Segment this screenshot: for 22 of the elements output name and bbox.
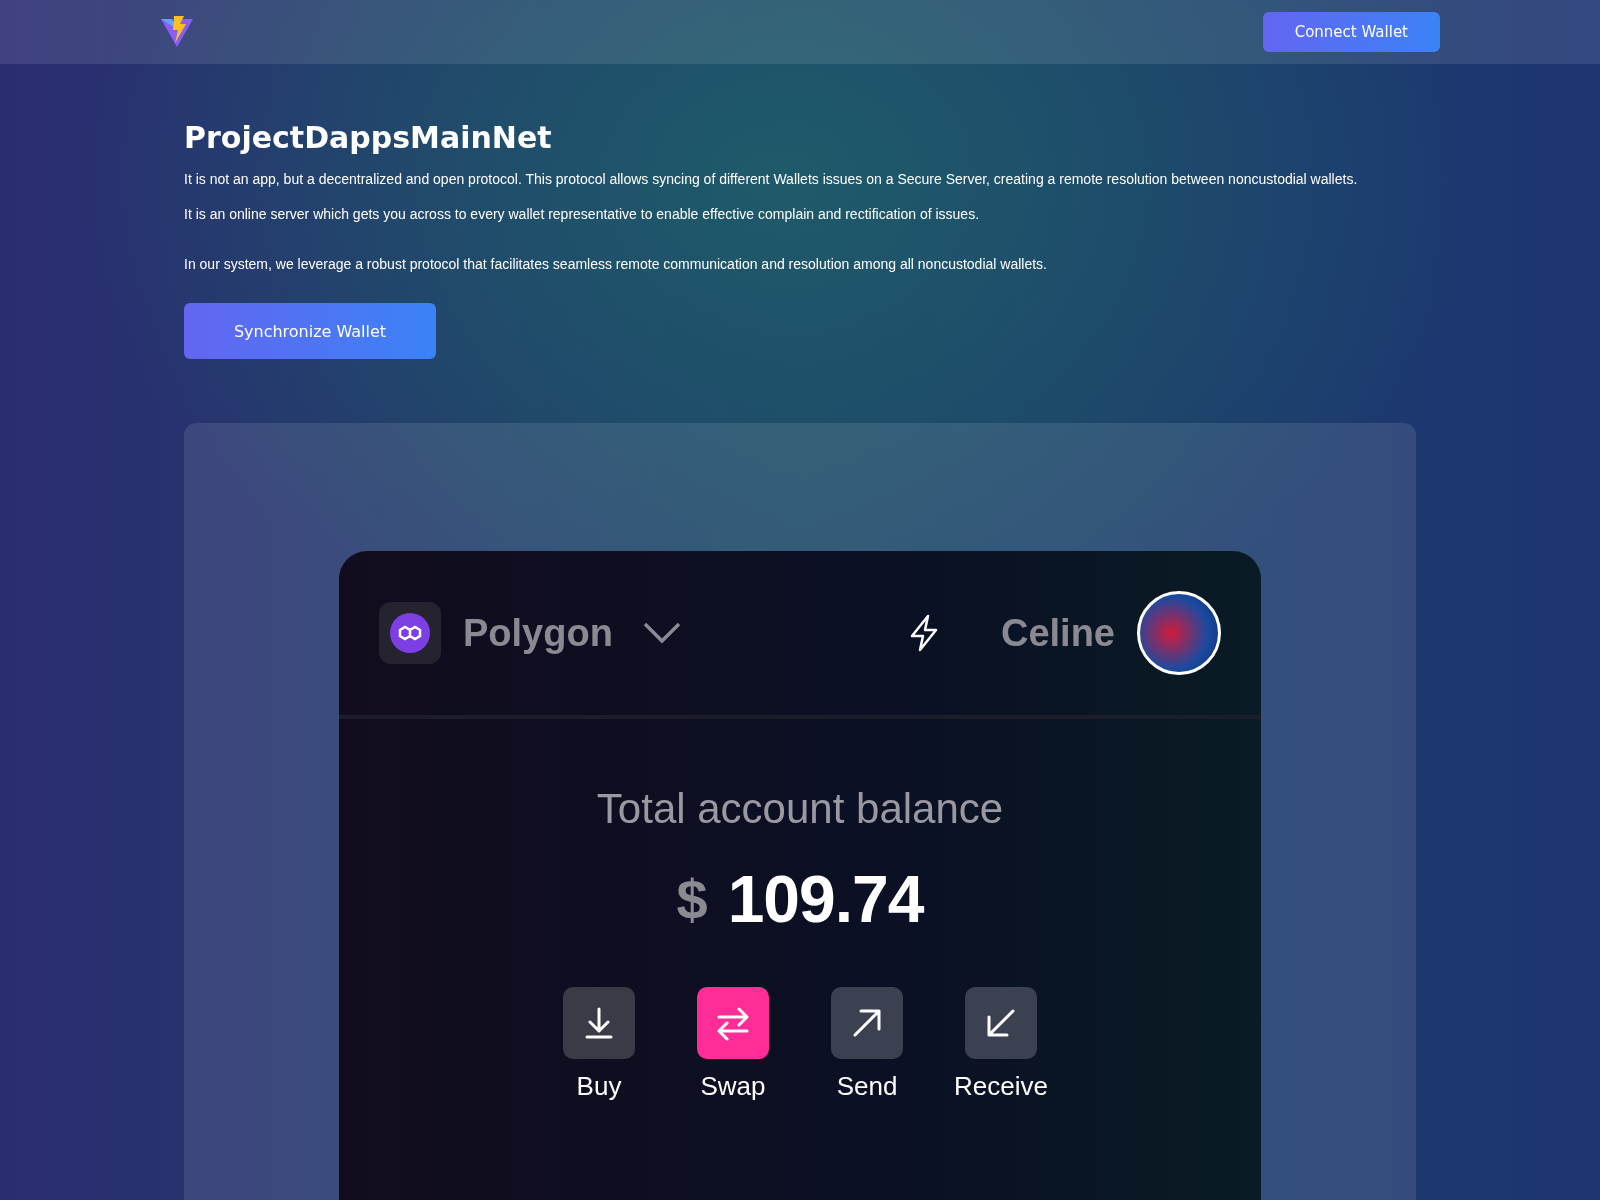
balance-label: Total account balance [596,785,1004,833]
network-name[interactable]: Polygon [463,611,613,655]
action-button[interactable] [831,987,903,1059]
synchronize-wallet-button[interactable]: Synchronize Wallet [184,303,436,359]
intro-paragraph: In our system, we leverage a robust protocol that facilitates seamless remote communication and resolution among all noncustodial wallets. [184,255,1048,274]
currency-symbol: $ [676,866,708,932]
action-button[interactable] [965,987,1037,1059]
action-label: Send [836,1071,898,1102]
intro-paragraph: It is not an app, but a decentralized and open protocol. This protocol allows syncing of different Wallets issues on a Secure Server, creating a remote resolution between noncustodial wallets. [184,170,1359,189]
chevron-down-icon[interactable] [642,622,681,644]
user-name: Celine [1000,611,1115,655]
action-label: Swap [700,1071,766,1102]
connect-wallet-button[interactable]: Connect Wallet [1262,12,1440,52]
balance-amount: 109.74 [727,861,924,937]
action-label: Receive [954,1071,1048,1102]
lightning-icon[interactable] [908,614,939,652]
page-title: ProjectDappsMainNet [184,120,553,155]
logo-icon [160,15,194,49]
action-button[interactable] [563,987,635,1059]
network-icon [379,602,441,664]
intro-paragraph: It is an online server which gets you across to every wallet representative to enable effective complain and rectification of issues. [184,205,981,224]
action-label: Buy [576,1071,622,1102]
